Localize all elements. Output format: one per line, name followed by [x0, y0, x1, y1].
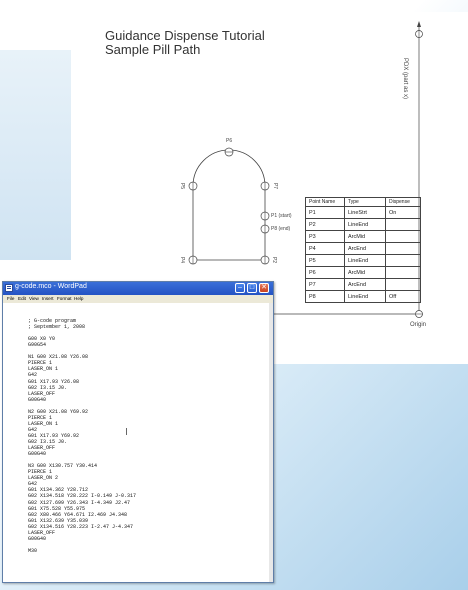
label-p6: P6	[226, 138, 233, 144]
code-line: N3 G00 X130.757 Y30.414	[28, 463, 98, 470]
menu-bar: File Edit View Insert Format Help	[3, 295, 273, 303]
table-cell: ArcEnd	[344, 242, 386, 255]
code-line: G00G40	[28, 535, 47, 542]
code-line: LASER_ON 2	[28, 475, 59, 482]
table-cell	[385, 266, 421, 279]
code-line: PIERCE 1	[28, 414, 53, 421]
table-row: P3 ArcMid	[305, 230, 421, 243]
code-line: G02 I3.15 J0.	[28, 439, 68, 445]
table-cell: LineEnd	[344, 218, 386, 231]
code-line: G00 X0 Y0	[28, 336, 56, 343]
code-line: G01 X17.93 Y69.92	[28, 432, 80, 439]
code-line: G01 X75.528 Y55.975	[28, 505, 86, 512]
table-header: Dispense	[385, 197, 421, 207]
table-row: P8 LineEnd Off	[305, 290, 421, 303]
table-cell: P3	[305, 230, 345, 243]
table-cell: P1	[305, 206, 345, 219]
table-row: P6 ArcMid	[305, 266, 421, 279]
point-marker-p5	[188, 181, 198, 191]
origin-label: Origin	[410, 322, 427, 328]
table-cell: P8	[305, 290, 345, 303]
code-line: G00G40	[28, 396, 47, 403]
menu-edit[interactable]: Edit	[18, 295, 26, 303]
label-p2: P2	[271, 256, 278, 264]
code-line: N1 G00 X21.08 Y26.08	[28, 354, 89, 361]
table-header: Type	[344, 197, 386, 207]
menu-view[interactable]: View	[29, 295, 39, 303]
code-line: G02 X134.516 Y28.223 I-2.47 J-4.347	[28, 523, 134, 530]
minimize-button[interactable]: –	[235, 283, 245, 293]
code-line: ; September 1, 2008	[28, 324, 86, 331]
table-cell: LineEnd	[344, 290, 386, 303]
table-cell: P2	[305, 218, 345, 231]
menu-format[interactable]: Format	[57, 295, 72, 303]
table-row: P4 ArcEnd	[305, 242, 421, 255]
table-cell: P5	[305, 254, 345, 267]
code-line: G90G54	[28, 342, 47, 349]
table-cell: ArcEnd	[344, 278, 386, 291]
table-row: P5 LineEnd	[305, 254, 421, 267]
vertical-scrollbar[interactable]	[269, 303, 273, 582]
label-p1: P1 (start)	[271, 213, 292, 219]
wordpad-title: g-code.mco - WordPad	[15, 283, 87, 290]
close-button[interactable]: ✕	[259, 283, 269, 293]
menu-insert[interactable]: Insert	[42, 295, 54, 303]
table-cell: P4	[305, 242, 345, 255]
table-cell: P6	[305, 266, 345, 279]
table-cell	[385, 230, 421, 243]
point-marker-p7	[260, 181, 270, 191]
axis-label: PDX (part as x)	[402, 58, 408, 100]
table-row: P1 LineStrt On	[305, 206, 421, 219]
point-marker-p1	[260, 211, 270, 221]
menu-file[interactable]: File	[7, 295, 14, 303]
point-marker-p2	[260, 255, 270, 265]
pill-outline	[192, 149, 266, 261]
table-cell: P7	[305, 278, 345, 291]
label-p8: P8 (end)	[271, 226, 291, 232]
code-line: G42	[28, 372, 38, 379]
code-line: ; G-code program	[28, 318, 77, 324]
table-cell	[385, 254, 421, 267]
table-row: P2 LineEnd	[305, 218, 421, 231]
table-cell	[385, 242, 421, 255]
text-caret	[126, 428, 127, 435]
point-table: Point Name Type Dispense P1 LineStrt On P2…	[305, 197, 421, 303]
table-header: Point Name	[305, 197, 345, 207]
code-line: M30	[28, 547, 38, 554]
table-cell: LineStrt	[344, 206, 386, 219]
wordpad-app-icon[interactable]	[5, 284, 13, 292]
point-marker-p8	[260, 224, 270, 234]
table-cell: Off	[385, 290, 421, 303]
table-cell: ArcMid	[344, 230, 386, 243]
point-marker-p4	[188, 255, 198, 265]
maximize-button[interactable]: □	[247, 283, 257, 293]
menu-help[interactable]: Help	[74, 295, 83, 303]
label-p5: P5	[179, 182, 186, 190]
wordpad-titlebar[interactable]: g-code.mco - WordPad – □ ✕	[3, 282, 273, 295]
table-cell	[385, 218, 421, 231]
table-cell: On	[385, 206, 421, 219]
label-p7: P7	[272, 182, 279, 190]
table-cell: LineEnd	[344, 254, 386, 267]
axis-arrow-icon	[417, 21, 421, 27]
table-cell: ArcMid	[344, 266, 386, 279]
code-line: G01 X17.93 Y26.08	[28, 378, 80, 385]
label-p4: P4	[179, 256, 186, 264]
point-marker-p6	[224, 147, 234, 157]
code-line: G02 X134.518 Y28.222 I-0.149 J-0.317	[28, 493, 137, 500]
table-row: P7 ArcEnd	[305, 278, 421, 291]
code-line: G01 X132.639 Y35.039	[28, 517, 89, 524]
code-line: G00G40	[28, 451, 47, 458]
table-cell	[385, 278, 421, 291]
